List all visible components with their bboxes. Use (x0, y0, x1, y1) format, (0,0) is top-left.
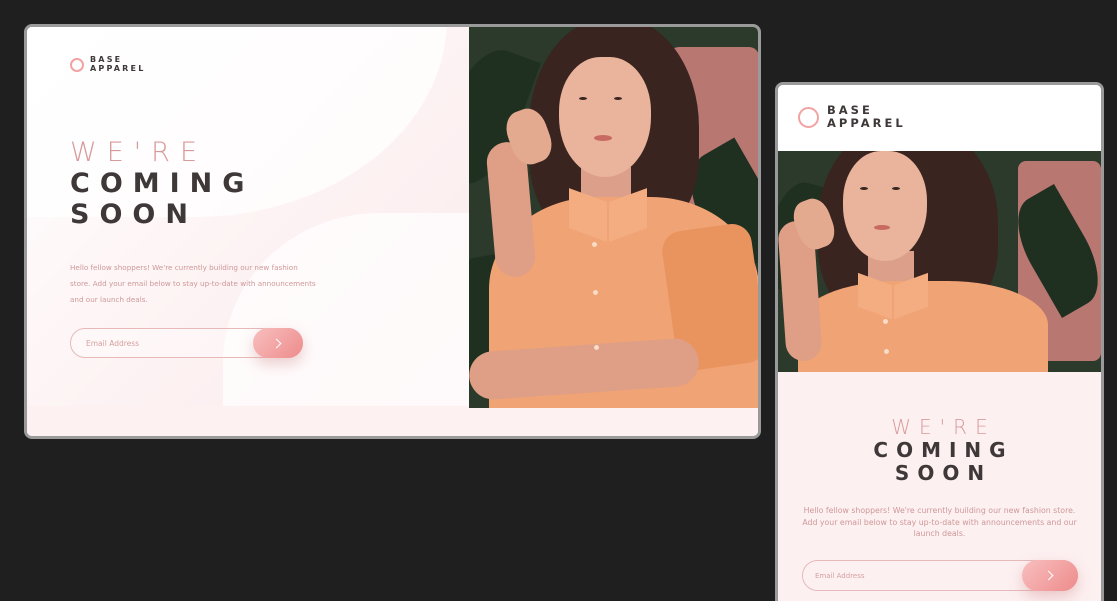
logo-circle-icon (798, 106, 819, 128)
chevron-right-icon (1043, 570, 1054, 581)
logo-line-2: APPAREL (90, 64, 146, 73)
page-heading: WE'RE COMING SOON (70, 137, 254, 230)
brand-logo[interactable]: BASE APPAREL (798, 103, 906, 130)
heading-line-2: COMING (873, 438, 1014, 462)
logo-text: BASE APPAREL (90, 56, 146, 73)
logo-line-2: APPAREL (827, 115, 906, 130)
heading-light: WE'RE (70, 137, 207, 168)
heading-line-2: COMING (70, 168, 255, 199)
footer-strip (27, 406, 758, 436)
desktop-preview: BASE APPAREL WE'RE COMING SOON Hello fel… (24, 24, 761, 439)
mobile-preview: BASE APPAREL WE'RE COMING SOON Hello fel… (775, 82, 1104, 601)
email-input[interactable] (86, 336, 246, 350)
logo-text: BASE APPAREL (827, 103, 906, 130)
hero-image (469, 27, 758, 408)
email-input[interactable] (815, 569, 995, 583)
submit-button[interactable] (1022, 560, 1078, 591)
submit-button[interactable] (253, 328, 303, 358)
heading-line-3: SOON (894, 461, 993, 485)
page-heading: WE'RE COMING SOON (778, 416, 1101, 485)
hero-description: Hello fellow shoppers! We're currently b… (70, 263, 316, 304)
email-form (802, 560, 1078, 591)
email-form (70, 328, 303, 358)
logo-line-1: BASE (90, 55, 123, 64)
hero-image (778, 151, 1101, 372)
logo-circle-icon (70, 57, 84, 72)
heading-light: WE'RE (891, 415, 996, 439)
hero-description: Hello fellow shoppers! We're currently b… (802, 506, 1077, 538)
logo-line-1: BASE (827, 103, 873, 117)
chevron-right-icon (271, 338, 282, 348)
heading-line-3: SOON (70, 199, 198, 230)
brand-logo[interactable]: BASE APPAREL (70, 56, 146, 73)
